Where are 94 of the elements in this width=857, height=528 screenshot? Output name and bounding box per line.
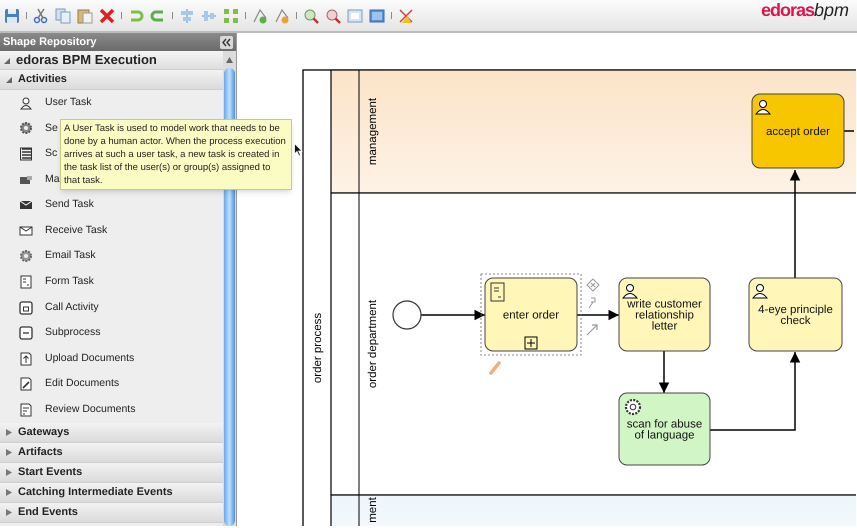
task-label: 4-eye principle check <box>758 304 833 327</box>
collapsed-icon[interactable] <box>6 488 12 496</box>
paste-icon[interactable] <box>77 8 93 24</box>
collapsed-icon[interactable] <box>6 468 12 476</box>
task-label: scan for abuse of language <box>626 418 702 442</box>
item-label: Call Activity <box>45 300 99 315</box>
pool-label: order process <box>312 312 324 384</box>
expand-marker-icon[interactable] <box>524 336 538 350</box>
sequence-flow[interactable] <box>790 170 800 278</box>
service-shape-icon <box>19 121 33 136</box>
edit-shape-icon <box>19 377 33 392</box>
task[interactable] <box>618 392 710 466</box>
item-label: Subprocess <box>45 325 100 340</box>
category-label: Artifacts <box>18 444 63 460</box>
task[interactable] <box>748 278 842 352</box>
category-label: Activities <box>18 72 67 88</box>
task[interactable] <box>618 278 710 352</box>
connector-arrow-icon[interactable] <box>586 324 598 336</box>
category-label: End Events <box>18 504 78 520</box>
expanded-icon[interactable] <box>6 76 12 83</box>
category-label: Start Events <box>18 464 82 480</box>
tree-category[interactable]: Start Events <box>0 462 224 483</box>
item-label: User Task <box>45 94 92 110</box>
task-label: accept order <box>766 126 830 138</box>
item-label: Edit Documents <box>45 376 120 392</box>
zoom-fit-icon[interactable] <box>369 8 385 24</box>
sequence-flow[interactable] <box>577 310 619 320</box>
scroll-up-icon[interactable] <box>226 57 234 63</box>
review-shape-icon <box>19 402 33 417</box>
redo-icon[interactable] <box>150 8 166 24</box>
add-point-icon[interactable] <box>252 8 268 24</box>
tree-group[interactable]: edoras BPM Execution <box>0 51 224 70</box>
subprocess-shape-icon <box>19 326 33 340</box>
form-icon <box>490 282 504 302</box>
tree-category[interactable]: Artifacts <box>0 442 224 463</box>
group-label: edoras BPM Execution <box>16 51 157 70</box>
upload-shape-icon <box>19 352 33 366</box>
logo-product: bpm <box>814 0 849 20</box>
item-label: Email Task <box>45 248 96 264</box>
remove-point-icon[interactable] <box>274 8 290 24</box>
zoom-out-icon[interactable] <box>325 8 341 24</box>
form-shape-icon <box>19 274 33 289</box>
gateway-shortcut-icon[interactable] <box>586 278 600 292</box>
expanded-icon[interactable] <box>4 56 10 64</box>
layout-icon[interactable] <box>398 8 414 24</box>
collapse-icon[interactable] <box>220 36 233 48</box>
sequence-flow[interactable] <box>658 351 670 393</box>
lane-label: ment <box>367 497 379 523</box>
gear-icon <box>624 398 642 416</box>
zoom-in-icon[interactable] <box>303 8 319 24</box>
task-label: enter order <box>502 310 560 322</box>
item-label: Form Task <box>45 274 94 290</box>
category-label: Catching Intermediate Events <box>18 484 173 500</box>
zoom-actual-icon[interactable] <box>347 8 363 24</box>
item-label: Upload Documents <box>45 350 134 366</box>
email-shape-icon <box>19 249 33 264</box>
delete-icon[interactable] <box>99 8 115 24</box>
collapsed-icon[interactable] <box>6 508 12 516</box>
item-label: Receive Task <box>45 222 108 238</box>
item-label: Sc <box>45 146 58 162</box>
tree-category[interactable]: End Events <box>0 502 224 523</box>
user-icon <box>752 284 768 298</box>
lane-label: order department <box>367 300 379 388</box>
lane-label: management <box>367 98 379 166</box>
task-label: write customer relationship letter <box>627 298 702 332</box>
cut-icon[interactable] <box>33 8 49 24</box>
collapsed-icon[interactable] <box>6 428 12 436</box>
lane[interactable] <box>330 494 856 526</box>
panel-title: Shape Repository <box>3 34 97 50</box>
tree-category[interactable]: Activities <box>0 70 224 90</box>
script-shape-icon <box>19 146 33 161</box>
user-icon <box>622 284 638 298</box>
item-label: Ma <box>45 172 60 187</box>
sequence-flow[interactable] <box>710 352 800 431</box>
collapsed-icon[interactable] <box>6 448 12 456</box>
tree-category[interactable]: Catching Intermediate Events <box>0 482 224 503</box>
category-label: Gateways <box>18 424 70 440</box>
task[interactable] <box>752 94 844 168</box>
mouse-pointer-icon <box>294 143 303 157</box>
copy-icon[interactable] <box>55 8 71 24</box>
item-label: Se <box>45 120 58 136</box>
logo-brand: edoras <box>760 0 814 20</box>
start-event[interactable] <box>392 300 422 330</box>
item-label: Send Task <box>45 197 94 212</box>
receive-shape-icon <box>19 224 33 238</box>
tree-category[interactable]: Gateways <box>0 422 224 443</box>
tooltip: A User Task is used to model work that needs to be done by a human actor. When the process execution arrives at such a user task, a new task is created in the task list of the user(s) or group(s) assigned to that task. <box>60 119 292 190</box>
save-icon[interactable] <box>4 8 20 24</box>
flag-icon[interactable] <box>588 298 596 308</box>
call-shape-icon <box>19 300 33 315</box>
sequence-flow[interactable] <box>421 310 485 320</box>
item-label: Review Documents <box>45 402 136 418</box>
user-icon <box>756 100 770 114</box>
user-shape-icon <box>19 96 33 110</box>
